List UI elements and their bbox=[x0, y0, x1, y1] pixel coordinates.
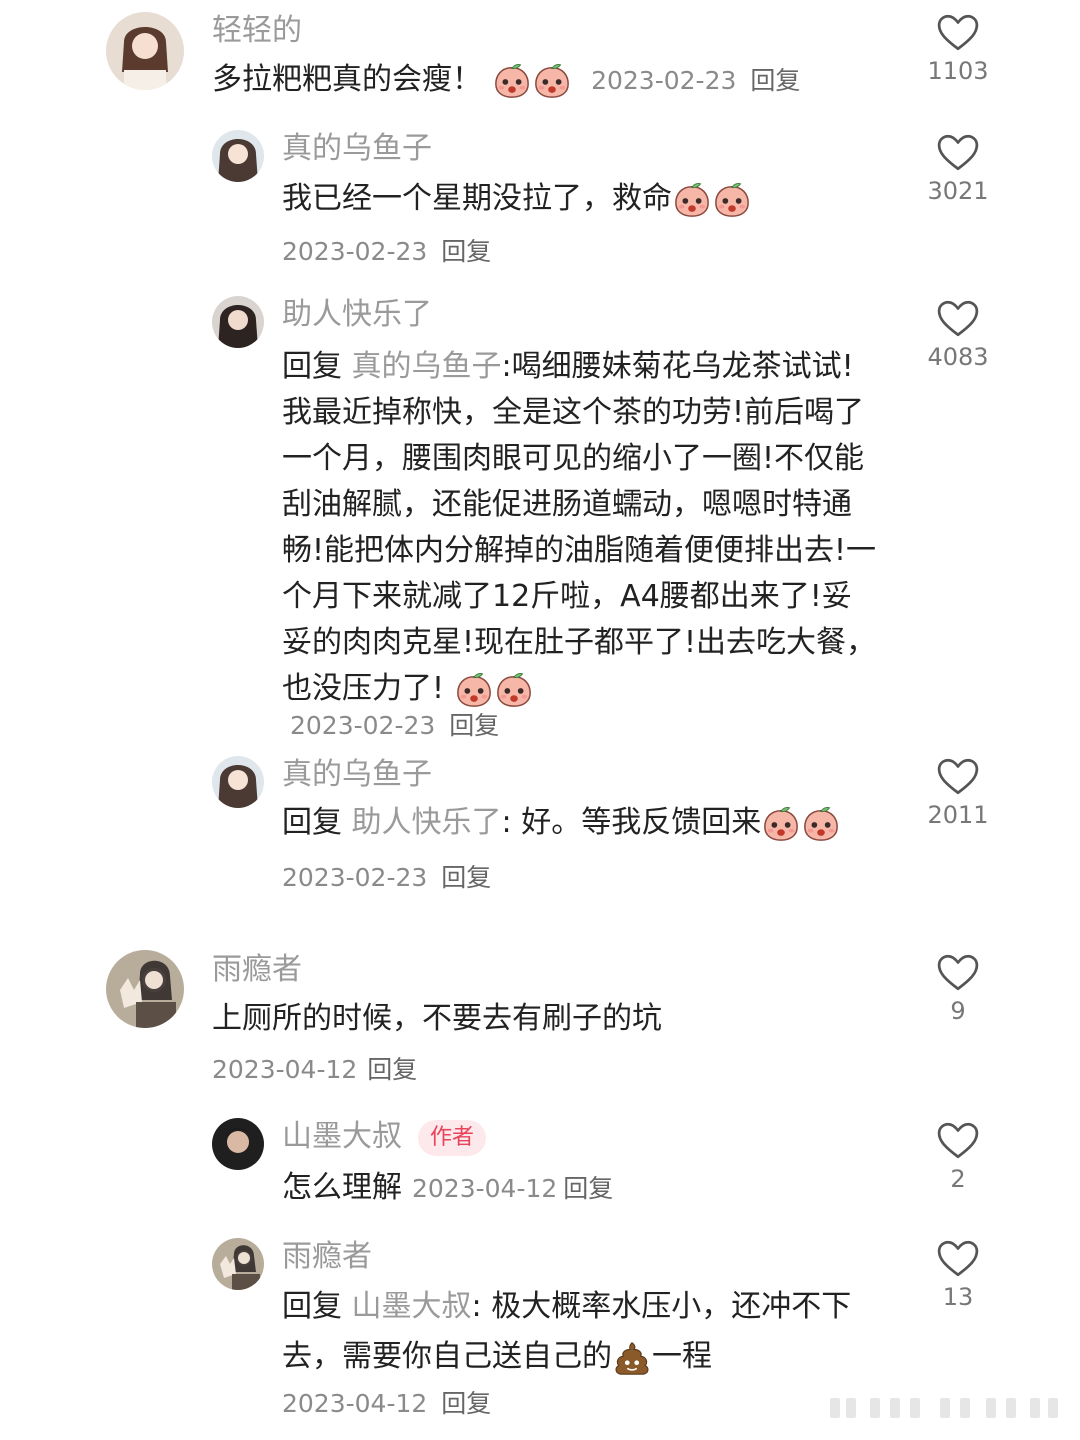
comment-date: 2023-04-12 bbox=[282, 1389, 428, 1418]
comment-body-tail: 一程 bbox=[652, 1339, 712, 1374]
comment-text: 怎么理解 2023-04-12 回复 bbox=[282, 1165, 872, 1212]
reply-button[interactable]: 回复 bbox=[441, 863, 491, 892]
comment-meta: 2023-02-23 回复 bbox=[282, 236, 491, 268]
heart-icon bbox=[937, 954, 979, 992]
comment-date: 2023-04-12 bbox=[412, 1174, 558, 1203]
username[interactable]: 雨瘾者 bbox=[282, 1239, 372, 1275]
comment-date: 2023-02-23 bbox=[282, 863, 428, 892]
comment-body: 多拉粑粑真的会瘦！ bbox=[212, 62, 482, 97]
like-button[interactable]: 4083 bbox=[918, 300, 998, 372]
comment-text: 回复 真的乌鱼子:喝细腰妹菊花乌龙茶试试!我最近掉称快，全是这个茶的功劳!前后喝… bbox=[282, 344, 878, 712]
crying-peach-emoji bbox=[673, 181, 711, 219]
like-button[interactable]: 13 bbox=[918, 1240, 998, 1312]
heart-icon bbox=[937, 300, 979, 338]
reply-button[interactable]: 回复 bbox=[367, 1055, 417, 1084]
avatar[interactable] bbox=[106, 12, 184, 90]
crying-peach-emoji bbox=[713, 181, 751, 219]
username[interactable]: 助人快乐了 bbox=[282, 297, 432, 333]
like-button[interactable]: 2011 bbox=[918, 758, 998, 830]
poop-emoji bbox=[613, 1339, 651, 1377]
reply-target-username[interactable]: 真的乌鱼子 bbox=[352, 349, 502, 384]
like-button[interactable]: 2 bbox=[918, 1122, 998, 1194]
like-button[interactable]: 1103 bbox=[918, 14, 998, 86]
reply-prefix: 回复 bbox=[282, 349, 342, 384]
avatar[interactable] bbox=[212, 130, 264, 182]
pleading-peach-emoji bbox=[455, 671, 493, 709]
tearful-peach-emoji bbox=[762, 805, 800, 843]
heart-icon bbox=[937, 758, 979, 796]
reply-button[interactable]: 回复 bbox=[449, 711, 499, 740]
watermark-mark bbox=[830, 1398, 1058, 1418]
like-count: 3021 bbox=[927, 177, 989, 205]
comment-date: 2023-02-23 bbox=[290, 711, 436, 740]
like-count: 9 bbox=[950, 997, 966, 1025]
like-count: 2 bbox=[950, 1165, 966, 1193]
reply-prefix: 回复 bbox=[282, 805, 342, 840]
comment-body: 怎么理解 bbox=[282, 1170, 402, 1205]
avatar[interactable] bbox=[212, 1238, 264, 1290]
reply-target-username[interactable]: 山墨大叔 bbox=[352, 1289, 472, 1324]
username[interactable]: 真的乌鱼子 bbox=[282, 131, 432, 167]
comment-body: :喝细腰妹菊花乌龙茶试试!我最近掉称快，全是这个茶的功劳!前后喝了一个月，腰围肉… bbox=[282, 349, 877, 706]
reply-button[interactable]: 回复 bbox=[750, 66, 800, 95]
heart-icon bbox=[937, 1122, 979, 1160]
comment-text: 多拉粑粑真的会瘦！ 2023-02-23 回复 bbox=[212, 57, 862, 104]
shocked-peach-emoji bbox=[533, 62, 571, 100]
pleading-peach-emoji bbox=[495, 671, 533, 709]
heart-icon bbox=[937, 1240, 979, 1278]
comment-body: 我已经一个星期没拉了，救命 bbox=[282, 181, 672, 216]
heart-icon bbox=[937, 14, 979, 52]
comment-date: 2023-02-23 bbox=[591, 66, 737, 95]
avatar[interactable] bbox=[212, 296, 264, 348]
username[interactable]: 轻轻的 bbox=[212, 13, 302, 49]
heart-icon bbox=[937, 134, 979, 172]
shocked-peach-emoji bbox=[493, 62, 531, 100]
comment-meta: 2023-02-23 回复 bbox=[290, 710, 499, 742]
tearful-peach-emoji bbox=[802, 805, 840, 843]
comment-meta: 2023-02-23 回复 bbox=[282, 862, 491, 894]
like-button[interactable]: 3021 bbox=[918, 134, 998, 206]
avatar[interactable] bbox=[212, 1118, 264, 1170]
reply-button[interactable]: 回复 bbox=[441, 1389, 491, 1418]
avatar[interactable] bbox=[106, 950, 184, 1028]
like-count: 4083 bbox=[927, 343, 989, 371]
avatar[interactable] bbox=[212, 756, 264, 808]
comment-body: : 好。等我反馈回来 bbox=[501, 805, 762, 840]
like-count: 2011 bbox=[927, 801, 989, 829]
username[interactable]: 山墨大叔 作者 bbox=[282, 1119, 487, 1156]
author-badge: 作者 bbox=[418, 1119, 487, 1156]
reply-button[interactable]: 回复 bbox=[441, 237, 491, 266]
reply-button[interactable]: 回复 bbox=[563, 1174, 613, 1203]
comment-body: 上厕所的时候，不要去有刷子的坑 bbox=[212, 1001, 662, 1036]
comment-meta: 2023-04-12 回复 bbox=[282, 1388, 491, 1420]
comment-date: 2023-02-23 bbox=[282, 237, 428, 266]
comment-text: 我已经一个星期没拉了，救命 bbox=[282, 176, 872, 222]
comment-text: 上厕所的时候，不要去有刷子的坑 bbox=[212, 996, 862, 1042]
comment-meta: 2023-04-12 回复 bbox=[212, 1054, 417, 1086]
like-count: 13 bbox=[942, 1283, 974, 1311]
comment-text: 回复 助人快乐了: 好。等我反馈回来 bbox=[282, 800, 872, 846]
username[interactable]: 雨瘾者 bbox=[212, 952, 302, 988]
like-button[interactable]: 9 bbox=[918, 954, 998, 1026]
reply-prefix: 回复 bbox=[282, 1289, 342, 1324]
username[interactable]: 真的乌鱼子 bbox=[282, 757, 432, 793]
like-count: 1103 bbox=[927, 57, 989, 85]
comment-date: 2023-04-12 bbox=[212, 1055, 358, 1084]
reply-target-username[interactable]: 助人快乐了 bbox=[352, 805, 502, 840]
username-text[interactable]: 山墨大叔 bbox=[282, 1119, 402, 1154]
comment-text: 回复 山墨大叔: 极大概率水压小，还冲不下去，需要你自己送自己的 一程 bbox=[282, 1282, 878, 1382]
